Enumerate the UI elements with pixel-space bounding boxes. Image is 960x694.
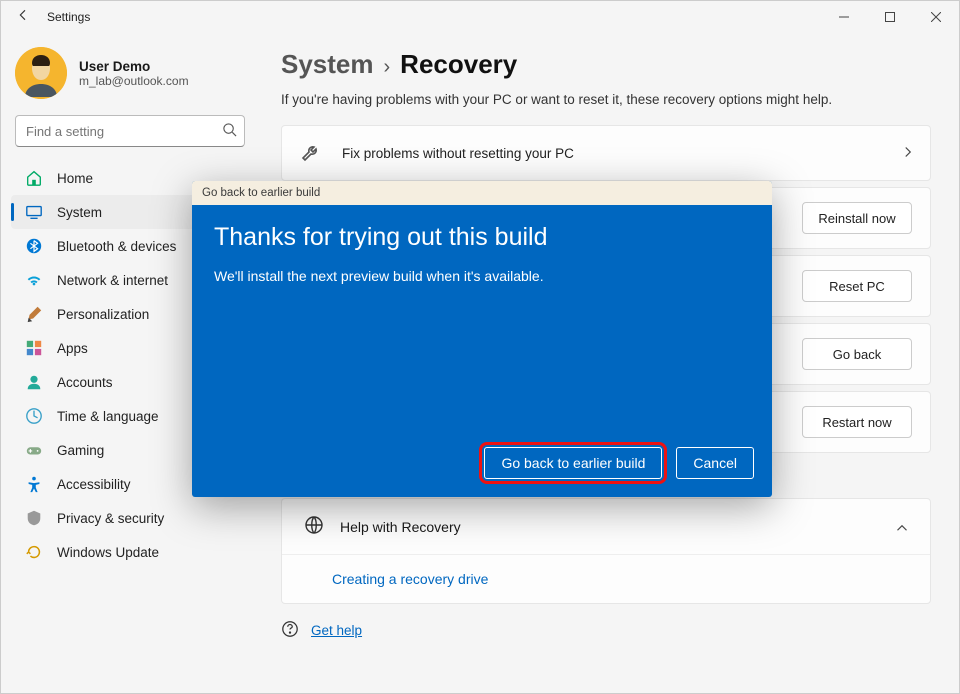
related-support-card: Help with Recovery Creating a recovery d… (281, 498, 931, 604)
globe-help-icon (304, 515, 324, 538)
help-icon (281, 620, 299, 641)
sidebar-item-label: Bluetooth & devices (57, 239, 176, 254)
card-fix-problems[interactable]: Fix problems without resetting your PC (281, 125, 931, 181)
sidebar-item-label: System (57, 205, 102, 220)
sidebar-item-label: Privacy & security (57, 511, 164, 526)
go-back-button[interactable]: Go back (802, 338, 912, 370)
window-titlebar: Settings (1, 1, 959, 33)
avatar (15, 47, 67, 99)
user-profile[interactable]: User Demo m_lab@outlook.com (9, 43, 251, 113)
row-label: Help with Recovery (340, 519, 461, 535)
minimize-button[interactable] (821, 1, 867, 33)
sidebar-item-label: Personalization (57, 307, 149, 322)
update-icon (25, 543, 43, 561)
reinstall-now-button[interactable]: Reinstall now (802, 202, 912, 234)
system-icon (25, 203, 43, 221)
breadcrumb: System › Recovery (269, 43, 931, 86)
window-controls (821, 1, 959, 33)
help-with-recovery-row[interactable]: Help with Recovery (282, 499, 930, 554)
reset-pc-button[interactable]: Reset PC (802, 270, 912, 302)
dialog-titlebar: Go back to earlier build (192, 181, 772, 205)
sidebar-item-label: Time & language (57, 409, 159, 424)
chevron-right-icon (904, 146, 912, 161)
maximize-button[interactable] (867, 1, 913, 33)
creating-recovery-drive-link[interactable]: Creating a recovery drive (282, 554, 930, 603)
sidebar-item-windows-update[interactable]: Windows Update (11, 535, 249, 569)
breadcrumb-current: Recovery (400, 49, 517, 80)
get-help-link[interactable]: Get help (311, 623, 362, 638)
profile-email: m_lab@outlook.com (79, 74, 189, 88)
person-icon (25, 373, 43, 391)
gamepad-icon (25, 441, 43, 459)
breadcrumb-parent[interactable]: System (281, 49, 374, 80)
cancel-button[interactable]: Cancel (676, 447, 754, 479)
page-subheading: If you're having problems with your PC o… (269, 86, 931, 125)
sidebar-item-label: Windows Update (57, 545, 159, 560)
clock-globe-icon (25, 407, 43, 425)
link-label: Creating a recovery drive (332, 571, 488, 587)
window-title: Settings (47, 10, 90, 24)
close-button[interactable] (913, 1, 959, 33)
get-help-row[interactable]: Get help (269, 604, 931, 641)
search-icon (222, 122, 237, 140)
accessibility-icon (25, 475, 43, 493)
restart-now-button[interactable]: Restart now (802, 406, 912, 438)
search-container (15, 115, 245, 147)
sidebar-item-label: Accessibility (57, 477, 131, 492)
dialog-body: Thanks for trying out this build We'll i… (192, 205, 772, 447)
settings-app-window: Settings User Demo m_lab@outlook.com (0, 0, 960, 694)
sidebar-item-label: Gaming (57, 443, 104, 458)
sidebar-item-label: Network & internet (57, 273, 168, 288)
go-back-dialog: Go back to earlier build Thanks for tryi… (192, 181, 772, 497)
go-back-to-earlier-build-button[interactable]: Go back to earlier build (484, 447, 662, 479)
profile-name: User Demo (79, 59, 189, 74)
sidebar-item-label: Home (57, 171, 93, 186)
dialog-heading: Thanks for trying out this build (214, 223, 750, 252)
bluetooth-icon (25, 237, 43, 255)
shield-icon (25, 509, 43, 527)
sidebar-item-label: Accounts (57, 375, 113, 390)
brush-icon (25, 305, 43, 323)
home-icon (25, 169, 43, 187)
sidebar-item-label: Apps (57, 341, 88, 356)
chevron-up-icon (896, 519, 908, 535)
sidebar-item-privacy[interactable]: Privacy & security (11, 501, 249, 535)
apps-icon (25, 339, 43, 357)
search-input[interactable] (15, 115, 245, 147)
back-arrow-button[interactable] (9, 1, 37, 33)
chevron-right-icon: › (384, 56, 391, 79)
card-title: Fix problems without resetting your PC (342, 146, 574, 161)
dialog-text: We'll install the next preview build whe… (214, 268, 750, 284)
wifi-icon (25, 271, 43, 289)
wrench-icon (300, 141, 324, 165)
dialog-button-row: Go back to earlier build Cancel (192, 447, 772, 497)
